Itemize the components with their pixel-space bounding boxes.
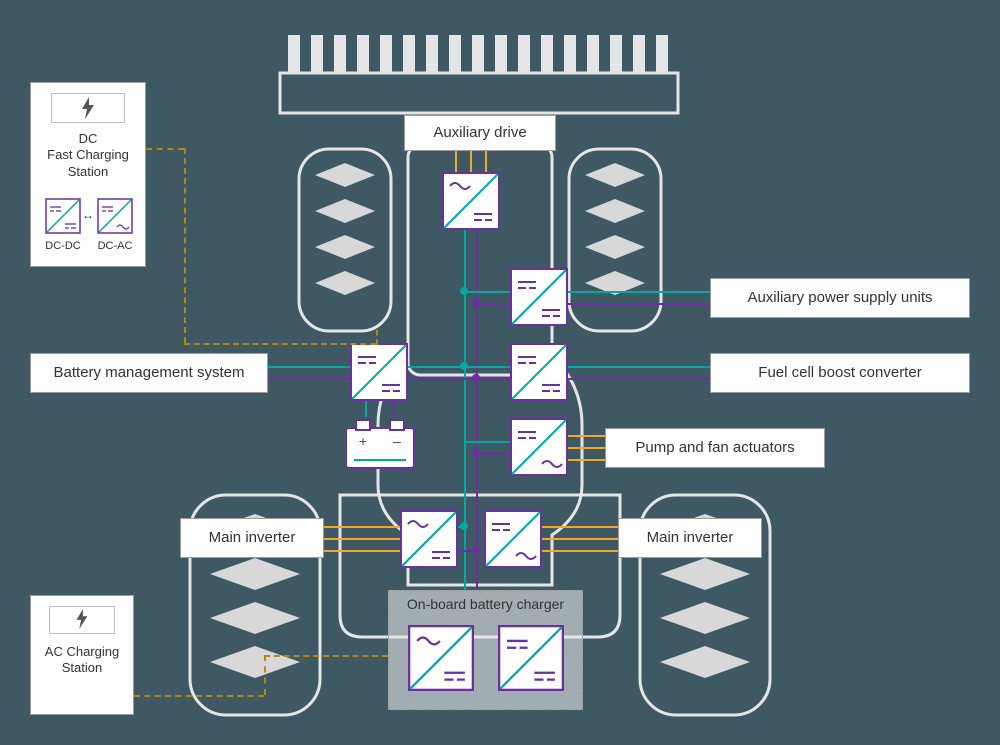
node-bms-purple xyxy=(472,374,480,382)
converter-obc-right-icon xyxy=(498,625,564,691)
fc-purple-out xyxy=(568,378,710,380)
converter-aux-drive-icon xyxy=(442,172,500,230)
dc-dash-1 xyxy=(146,148,184,150)
label-aux-psu: Auxiliary power supply units xyxy=(710,278,970,318)
converter-obc-left-icon xyxy=(408,625,474,691)
label-main-inverter-left: Main inverter xyxy=(180,518,324,558)
mir-or2 xyxy=(542,538,619,540)
pf-orange3 xyxy=(568,459,606,461)
svg-text:+: + xyxy=(359,433,367,449)
converter-aux-psu-icon xyxy=(510,268,568,326)
wheel-front-right-icon xyxy=(565,145,665,335)
obc-purple xyxy=(476,568,478,590)
auxpsu-purple-to-bus xyxy=(478,303,510,305)
mini-dc-ac-icon xyxy=(97,198,133,234)
diagram-stage: + – On-board battery charger xyxy=(0,0,1000,745)
mini-dc-dc-icon xyxy=(45,198,81,234)
pf-teal-to-bus xyxy=(466,441,510,443)
pf-orange2 xyxy=(568,447,606,449)
ac-dash-2 xyxy=(264,655,266,695)
bat-teal-down xyxy=(365,401,367,417)
converter-fuel-cell-icon xyxy=(510,343,568,401)
fc-teal-out xyxy=(568,366,710,368)
auxpsu-teal-out xyxy=(568,291,710,293)
label-fuel-cell: Fuel cell boost converter xyxy=(710,353,970,393)
combine-bucket-icon xyxy=(274,25,684,115)
label-pump-fan: Pump and fan actuators xyxy=(605,428,825,468)
ac-charging-station: AC Charging Station xyxy=(30,595,134,715)
converter-pump-fan-icon xyxy=(510,418,568,476)
auxdrive-orange1 xyxy=(455,151,457,173)
ac-dash-3 xyxy=(264,655,388,657)
node-auxpsu-purple xyxy=(472,299,480,307)
dc-dash-4 xyxy=(376,330,378,345)
bolt2-icon xyxy=(75,609,90,629)
label-aux-drive: Auxiliary drive xyxy=(404,115,556,151)
battery-pack-icon: + – xyxy=(344,416,416,470)
bms-purple-out xyxy=(268,378,350,380)
mir-or3 xyxy=(542,550,619,552)
bms-purple-to-bus xyxy=(408,378,478,380)
dc-station-text: DC Fast Charging Station xyxy=(31,131,145,180)
dc-dash-2 xyxy=(184,148,186,343)
obc-teal xyxy=(464,568,466,590)
node-auxpsu-teal xyxy=(460,287,468,295)
auxpsu-purple-out xyxy=(568,303,710,305)
fc-teal-to-bus xyxy=(466,366,510,368)
converter-bms-icon xyxy=(350,343,408,401)
mini-dc-ac-label: DC-AC xyxy=(97,240,133,252)
svg-text:–: – xyxy=(393,433,401,449)
auxdrive-orange2 xyxy=(470,151,472,173)
node-mi-purple xyxy=(472,546,480,554)
bms-teal-out xyxy=(268,366,350,368)
pf-purple-to-bus xyxy=(478,453,510,455)
node-mi-teal xyxy=(460,522,468,530)
mini-dc-dc-label: DC-DC xyxy=(45,240,81,252)
bus-teal xyxy=(464,230,466,570)
bms-teal-to-bus xyxy=(408,366,466,368)
auxpsu-teal-to-bus xyxy=(466,291,510,293)
converter-main-inverter-left-icon xyxy=(400,510,458,568)
dc-charging-station: DC Fast Charging Station ↔ DC-DC DC-AC xyxy=(30,82,146,267)
fc-purple-to-bus xyxy=(478,378,510,380)
mil-or3 xyxy=(323,550,400,552)
node-pf-purple xyxy=(472,449,480,457)
pf-orange1 xyxy=(568,435,606,437)
ac-dash-1 xyxy=(134,695,264,697)
obc-title: On-board battery charger xyxy=(388,596,583,612)
converter-main-inverter-right-icon xyxy=(484,510,542,568)
mil-or1 xyxy=(323,526,400,528)
mil-or2 xyxy=(323,538,400,540)
auxdrive-orange3 xyxy=(485,151,487,173)
mini-bidir-arrow-icon: ↔ xyxy=(82,208,94,222)
label-bms: Battery management system xyxy=(30,353,268,393)
bus-purple xyxy=(476,230,478,570)
bat-purple-down xyxy=(393,401,395,417)
wheel-front-left-icon xyxy=(295,145,395,335)
bolt-icon xyxy=(80,97,96,119)
dc-dash-3 xyxy=(184,343,376,345)
label-main-inverter-right: Main inverter xyxy=(618,518,762,558)
ac-station-text: AC Charging Station xyxy=(31,644,133,677)
mir-or1 xyxy=(542,526,619,528)
